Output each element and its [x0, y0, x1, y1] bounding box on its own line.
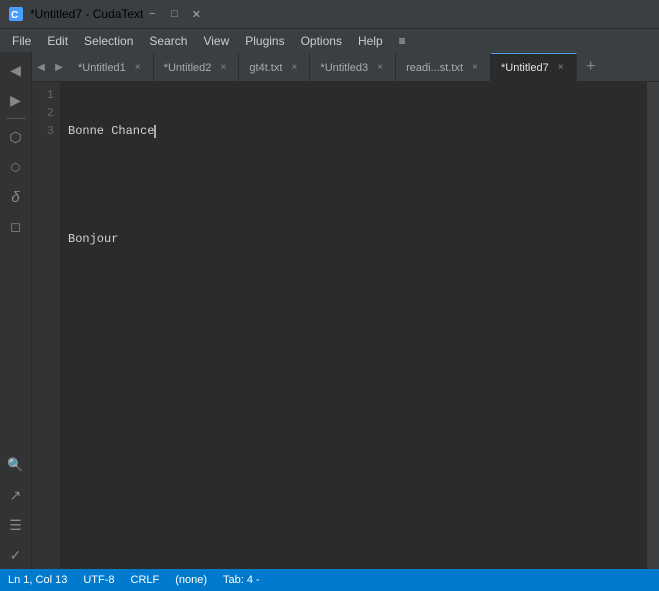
menu-item-view[interactable]: View: [195, 29, 237, 52]
tab-label-5: *Untitled7: [501, 62, 549, 74]
tab-label-2: gt4t.txt: [249, 62, 282, 74]
tab-close-2[interactable]: ×: [287, 61, 301, 75]
sidebar-menu-icon[interactable]: ☰: [2, 511, 30, 539]
sidebar-folder-icon[interactable]: ◻: [2, 213, 30, 241]
tab-close-3[interactable]: ×: [373, 61, 387, 75]
sidebar-search-icon[interactable]: 🔍: [2, 451, 30, 479]
tab-size: Tab: 4 -: [223, 574, 260, 586]
line-number-1: 1: [32, 86, 54, 104]
text-cursor: [154, 125, 156, 138]
sidebar-nav-next[interactable]: ▶: [2, 86, 30, 114]
editor-content: 1 2 3 Bonne Chance Bonjour: [32, 82, 659, 569]
tab-0[interactable]: *Untitled1 ×: [68, 53, 154, 81]
menu-item-options[interactable]: Options: [293, 29, 350, 52]
tab-5[interactable]: *Untitled7 ×: [491, 53, 577, 81]
close-button[interactable]: ✕: [187, 6, 205, 22]
menu-bar: FileEditSelectionSearchViewPluginsOption…: [0, 28, 659, 52]
encoding: UTF-8: [83, 574, 114, 586]
menu-item-selection[interactable]: Selection: [76, 29, 141, 52]
syntax: (none): [175, 574, 207, 586]
sidebar-divider: [6, 118, 26, 119]
line-number-3: 3: [32, 122, 54, 140]
tab-close-5[interactable]: ×: [554, 61, 568, 75]
menu-item-[interactable]: ≡: [391, 29, 414, 52]
menu-item-edit[interactable]: Edit: [39, 29, 76, 52]
line-numbers: 1 2 3: [32, 82, 60, 569]
sidebar-nav-prev[interactable]: ◀: [2, 56, 30, 84]
sidebar-check-icon[interactable]: ✓: [2, 541, 30, 569]
menu-item-help[interactable]: Help: [350, 29, 391, 52]
tab-next-button[interactable]: ▶: [50, 53, 68, 81]
line-ending: CRLF: [131, 574, 160, 586]
tab-label-1: *Untitled2: [164, 62, 212, 74]
tab-close-1[interactable]: ×: [216, 61, 230, 75]
tab-2[interactable]: gt4t.txt ×: [239, 53, 310, 81]
menu-item-file[interactable]: File: [4, 29, 39, 52]
code-editor[interactable]: Bonne Chance Bonjour: [60, 82, 647, 569]
tab-bar: ◀ ▶ *Untitled1×*Untitled2×gt4t.txt×*Unti…: [32, 52, 659, 82]
sidebar-arrow-icon[interactable]: ↗: [2, 481, 30, 509]
content-area: ◀ ▶ ⬡ ⬡ δ ◻ 🔍 ↗ ☰ ✓ ◀ ▶ *Untitled1×*Unti…: [0, 52, 659, 569]
window-controls: − □ ✕: [143, 6, 205, 22]
window-title: *Untitled7 - CudaText: [30, 7, 143, 21]
cursor-position: Ln 1, Col 13: [8, 574, 67, 586]
tab-close-4[interactable]: ×: [468, 61, 482, 75]
tab-1[interactable]: *Untitled2 ×: [154, 53, 240, 81]
tab-3[interactable]: *Untitled3 ×: [310, 53, 396, 81]
tab-label-0: *Untitled1: [78, 62, 126, 74]
sidebar: ◀ ▶ ⬡ ⬡ δ ◻ 🔍 ↗ ☰ ✓: [0, 52, 32, 569]
tab-list: *Untitled1×*Untitled2×gt4t.txt×*Untitled…: [68, 53, 577, 81]
app-icon: C: [8, 6, 24, 22]
menu-item-search[interactable]: Search: [141, 29, 195, 52]
code-line-2: [68, 176, 639, 194]
minimize-button[interactable]: −: [143, 6, 161, 22]
tab-4[interactable]: readi...st.txt ×: [396, 53, 491, 81]
sidebar-tree-icon[interactable]: ⬡: [2, 123, 30, 151]
sidebar-variable-icon[interactable]: δ: [2, 183, 30, 211]
maximize-button[interactable]: □: [165, 6, 183, 22]
svg-text:C: C: [11, 10, 18, 21]
title-bar: C *Untitled7 - CudaText − □ ✕: [0, 0, 659, 28]
tab-add-button[interactable]: +: [579, 53, 603, 81]
vertical-scrollbar[interactable]: [647, 82, 659, 569]
tab-label-4: readi...st.txt: [406, 62, 463, 74]
code-line-3: Bonjour: [68, 230, 639, 248]
tab-label-3: *Untitled3: [320, 62, 368, 74]
line-number-2: 2: [32, 104, 54, 122]
code-line-1: Bonne Chance: [68, 122, 639, 140]
tab-close-0[interactable]: ×: [131, 61, 145, 75]
editor-area: ◀ ▶ *Untitled1×*Untitled2×gt4t.txt×*Unti…: [32, 52, 659, 569]
sidebar-code-icon[interactable]: ⬡: [2, 153, 30, 181]
status-bar: Ln 1, Col 13 UTF-8 CRLF (none) Tab: 4 -: [0, 569, 659, 591]
menu-item-plugins[interactable]: Plugins: [237, 29, 292, 52]
tab-prev-button[interactable]: ◀: [32, 53, 50, 81]
